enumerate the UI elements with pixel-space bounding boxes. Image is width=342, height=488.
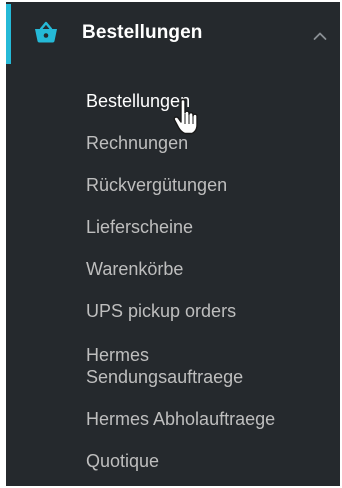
submenu-item-quotique[interactable]: Quotique	[86, 450, 159, 472]
menu-section-bestellungen[interactable]: Bestellungen	[6, 4, 340, 64]
submenu-item-hermes-sendungsauftraege[interactable]: Hermes Sendungsauftraege	[86, 344, 243, 388]
sidebar-menu: Bestellungen Bestellungen Rechnungen Rüc…	[6, 2, 340, 486]
chevron-up-icon[interactable]	[313, 28, 327, 40]
screenshot-frame: Bestellungen Bestellungen Rechnungen Rüc…	[0, 0, 342, 488]
submenu-item-label-line1: Hermes	[86, 345, 150, 365]
submenu-item-ups-pickup-orders[interactable]: UPS pickup orders	[86, 300, 236, 322]
basket-icon	[33, 19, 59, 45]
hand-cursor-icon	[172, 98, 202, 136]
submenu-item-label-line2: Sendungsauftraege	[86, 367, 244, 387]
submenu-item-hermes-abholauftraege[interactable]: Hermes Abholauftraege	[86, 408, 275, 430]
submenu-item-rueckverguetungen[interactable]: Rückvergütungen	[86, 174, 227, 196]
submenu-item-warenkoerbe[interactable]: Warenkörbe	[86, 258, 183, 280]
submenu-item-lieferscheine[interactable]: Lieferscheine	[86, 216, 193, 238]
section-label: Bestellungen	[82, 22, 203, 43]
